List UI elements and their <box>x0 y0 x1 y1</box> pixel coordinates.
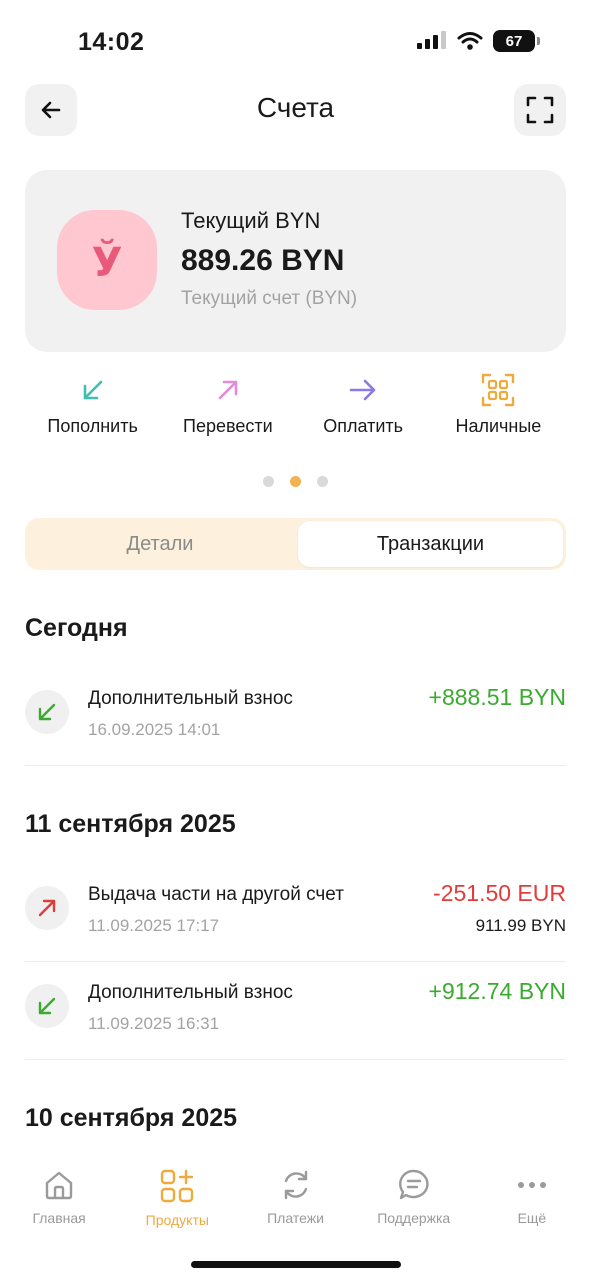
qr-code-icon <box>481 372 515 408</box>
status-icons: 67 <box>417 30 540 52</box>
transaction-amount: -251.50 EUR <box>433 880 566 906</box>
account-currency-icon: Ў <box>57 210 157 310</box>
nav-support-label: Поддержка <box>377 1210 451 1226</box>
home-indicator <box>191 1261 401 1268</box>
arrow-right-icon <box>349 372 377 408</box>
transaction-row[interactable]: Выдача части на другой счет 11.09.2025 1… <box>25 866 566 962</box>
nav-support[interactable]: Поддержка <box>355 1150 473 1240</box>
tab-transactions[interactable]: Транзакции <box>298 521 563 567</box>
status-time: 14:02 <box>78 28 145 56</box>
products-grid-icon <box>161 1169 194 1203</box>
status-bar: 14:02 67 <box>0 0 591 80</box>
transaction-row[interactable]: Дополнительный взнос 16.09.2025 14:01 +8… <box>25 670 566 766</box>
pager-dot[interactable] <box>263 476 274 487</box>
cellular-signal-icon <box>417 31 446 49</box>
nav-products[interactable]: Продукты <box>118 1150 236 1240</box>
pager-dot[interactable] <box>317 476 328 487</box>
transaction-amount: +888.51 BYN <box>428 684 566 710</box>
transaction-converted-amount: 911.99 BYN <box>475 916 566 935</box>
transfer-label: Перевести <box>183 416 273 436</box>
arrow-up-right-icon <box>215 372 241 408</box>
outgoing-arrow-icon <box>25 886 69 930</box>
arrow-left-icon <box>41 101 61 119</box>
transaction-date: 16.09.2025 14:01 <box>88 720 221 739</box>
section-title-today: Сегодня <box>25 614 128 642</box>
pay-action[interactable]: Оплатить <box>296 372 431 442</box>
fullscreen-button[interactable] <box>514 84 566 136</box>
cash-action[interactable]: Наличные <box>431 372 566 442</box>
topup-label: Пополнить <box>47 416 138 436</box>
arrow-down-left-icon <box>80 372 106 408</box>
transaction-title: Дополнительный взнос <box>88 982 293 1003</box>
pager-dot-active[interactable] <box>290 476 301 487</box>
nav-home-label: Главная <box>32 1210 86 1226</box>
transaction-title: Дополнительный взнос <box>88 688 293 709</box>
back-button[interactable] <box>25 84 77 136</box>
incoming-arrow-icon <box>25 690 69 734</box>
nav-more-label: Ещё <box>517 1210 547 1226</box>
nav-home[interactable]: Главная <box>0 1150 118 1240</box>
pager-dots <box>0 476 591 487</box>
section-title-date: 10 сентября 2025 <box>25 1104 238 1132</box>
chat-bubble-icon <box>398 1169 429 1200</box>
account-subtitle: Текущий счет (BYN) <box>181 288 358 309</box>
incoming-arrow-icon <box>25 984 69 1028</box>
page-title: Счета <box>256 92 335 123</box>
refresh-icon <box>284 1170 307 1200</box>
quick-actions: Пополнить Перевести Оплатить Наличные <box>25 372 566 442</box>
transaction-row[interactable]: Дополнительный взнос 11.09.2025 16:31 +9… <box>25 964 566 1060</box>
account-balance: 889.26 BYN <box>181 244 345 277</box>
transfer-action[interactable]: Перевести <box>160 372 295 442</box>
byn-currency-icon: Ў <box>92 238 123 286</box>
header: Счета <box>25 84 566 136</box>
home-icon <box>45 1171 73 1200</box>
transaction-date: 11.09.2025 17:17 <box>88 916 220 935</box>
cash-label: Наличные <box>455 416 542 436</box>
nav-payments[interactable]: Платежи <box>236 1150 354 1240</box>
bottom-nav: Главная Продукты Платежи Поддержка Ещё <box>0 1150 591 1240</box>
wifi-icon <box>457 32 483 50</box>
nav-more[interactable]: Ещё <box>473 1150 591 1240</box>
transaction-amount: +912.74 BYN <box>428 978 566 1004</box>
nav-products-label: Продукты <box>145 1212 209 1228</box>
battery-level: 67 <box>505 32 523 50</box>
transaction-date: 11.09.2025 16:31 <box>88 1014 220 1033</box>
pay-label: Оплатить <box>323 416 404 436</box>
fullscreen-icon <box>526 96 554 124</box>
transaction-title: Выдача части на другой счет <box>88 884 344 905</box>
more-dots-icon <box>517 1182 546 1188</box>
battery-icon: 67 <box>493 30 540 52</box>
tab-details[interactable]: Детали <box>25 518 295 570</box>
account-card[interactable]: Ў Текущий BYN 889.26 BYN Текущий счет (B… <box>25 170 566 352</box>
section-title-date: 11 сентября 2025 <box>25 810 236 838</box>
segmented-tabs: Детали Транзакции <box>25 518 566 570</box>
byn-glyph: Ў <box>92 238 123 286</box>
account-name: Текущий BYN <box>181 208 321 233</box>
nav-payments-label: Платежи <box>267 1210 324 1226</box>
topup-action[interactable]: Пополнить <box>25 372 160 442</box>
